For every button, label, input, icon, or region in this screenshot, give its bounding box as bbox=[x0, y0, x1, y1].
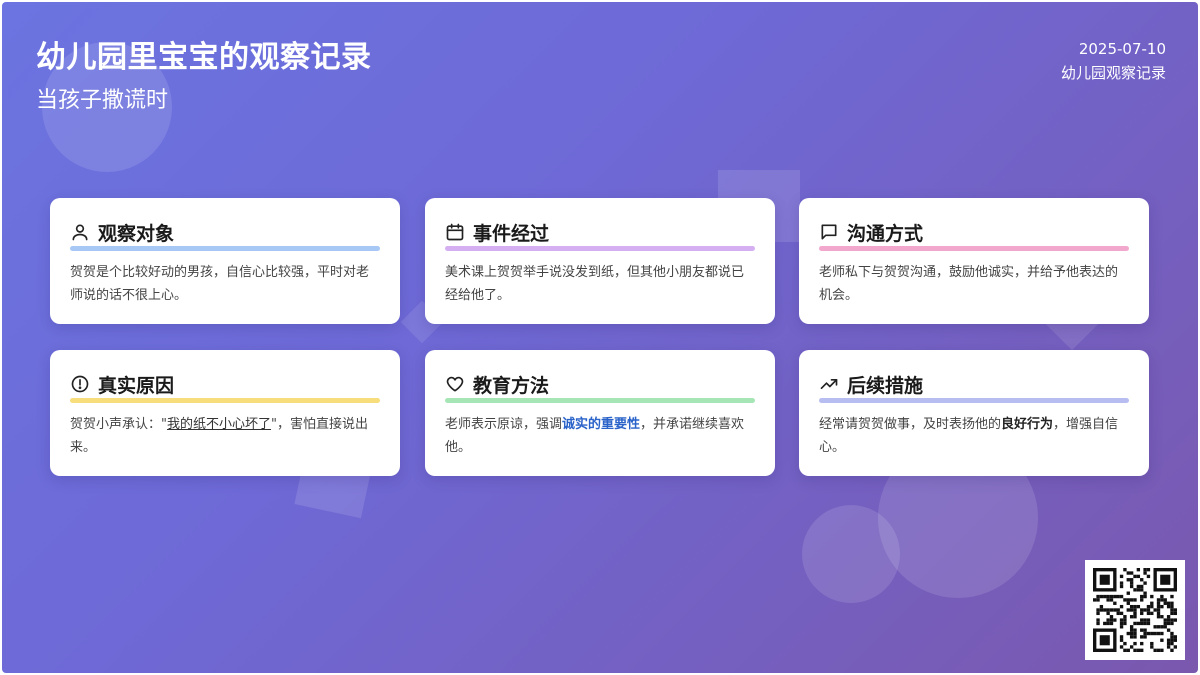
card-accent-bar bbox=[445, 246, 755, 251]
trending-up-icon bbox=[819, 374, 839, 394]
person-icon bbox=[70, 222, 90, 242]
quoted-statement: 我的纸不小心坏了 bbox=[166, 417, 271, 432]
card-real-reason: 真实原因 贺贺小声承认："我的纸不小心坏了"，害怕直接说出来。 bbox=[50, 350, 400, 476]
card-follow-up: 后续措施 经常请贺贺做事，及时表扬他的良好行为，增强自信心。 bbox=[799, 350, 1149, 476]
slide-background: 幼儿园里宝宝的观察记录 当孩子撒谎时 2025-07-10 幼儿园观察记录 观察… bbox=[2, 2, 1198, 673]
card-event-process: 事件经过 美术课上贺贺举手说没发到纸，但其他小朋友都说已经给他了。 bbox=[425, 198, 775, 324]
heart-icon bbox=[445, 374, 465, 394]
page-title: 幼儿园里宝宝的观察记录 bbox=[36, 40, 372, 75]
card-text: 贺贺是个比较好动的男孩，自信心比较强，平时对老师说的话不很上心。 bbox=[70, 265, 370, 303]
card-title: 教育方法 bbox=[473, 374, 550, 397]
calendar-icon bbox=[445, 222, 465, 242]
text-segment: 贺贺小声承认：" bbox=[70, 417, 167, 432]
card-title: 真实原因 bbox=[98, 374, 175, 397]
card-text: 老师表示原谅，强调诚实的重要性，并承诺继续喜欢他。 bbox=[445, 413, 755, 459]
text-segment: 老师表示原谅，强调 bbox=[445, 417, 563, 432]
card-accent-bar bbox=[70, 246, 380, 251]
card-accent-bar bbox=[819, 398, 1129, 403]
card-communication: 沟通方式 老师私下与贺贺沟通，鼓励他诚实，并给予他表达的机会。 bbox=[799, 198, 1149, 324]
record-tag: 幼儿园观察记录 bbox=[1060, 64, 1166, 82]
card-accent-bar bbox=[70, 398, 380, 403]
card-text: 美术课上贺贺举手说没发到纸，但其他小朋友都说已经给他了。 bbox=[445, 265, 745, 303]
card-accent-bar bbox=[819, 246, 1129, 251]
alert-circle-icon bbox=[70, 374, 90, 394]
decor-circle bbox=[802, 505, 900, 603]
keyword-highlight: 诚实的重要性 bbox=[562, 417, 641, 432]
card-text: 经常请贺贺做事，及时表扬他的良好行为，增强自信心。 bbox=[819, 413, 1129, 459]
card-text: 老师私下与贺贺沟通，鼓励他诚实，并给予他表达的机会。 bbox=[819, 265, 1119, 303]
qr-code-icon[interactable] bbox=[1085, 560, 1185, 660]
card-education-method: 教育方法 老师表示原谅，强调诚实的重要性，并承诺继续喜欢他。 bbox=[425, 350, 775, 476]
keyword-highlight: 良好行为 bbox=[1001, 417, 1054, 432]
page-subtitle: 当孩子撒谎时 bbox=[36, 88, 169, 113]
text-segment: 经常请贺贺做事，及时表扬他的 bbox=[819, 417, 1002, 432]
card-title: 观察对象 bbox=[98, 222, 175, 245]
card-accent-bar bbox=[445, 398, 755, 403]
card-text: 贺贺小声承认："我的纸不小心坏了"，害怕直接说出来。 bbox=[70, 413, 380, 459]
card-title: 后续措施 bbox=[847, 374, 924, 397]
card-title: 事件经过 bbox=[473, 222, 550, 245]
record-date: 2025-07-10 bbox=[1078, 40, 1166, 58]
chat-bubble-icon bbox=[819, 222, 839, 242]
card-title: 沟通方式 bbox=[847, 222, 924, 245]
card-observe-target: 观察对象 贺贺是个比较好动的男孩，自信心比较强，平时对老师说的话不很上心。 bbox=[50, 198, 400, 324]
